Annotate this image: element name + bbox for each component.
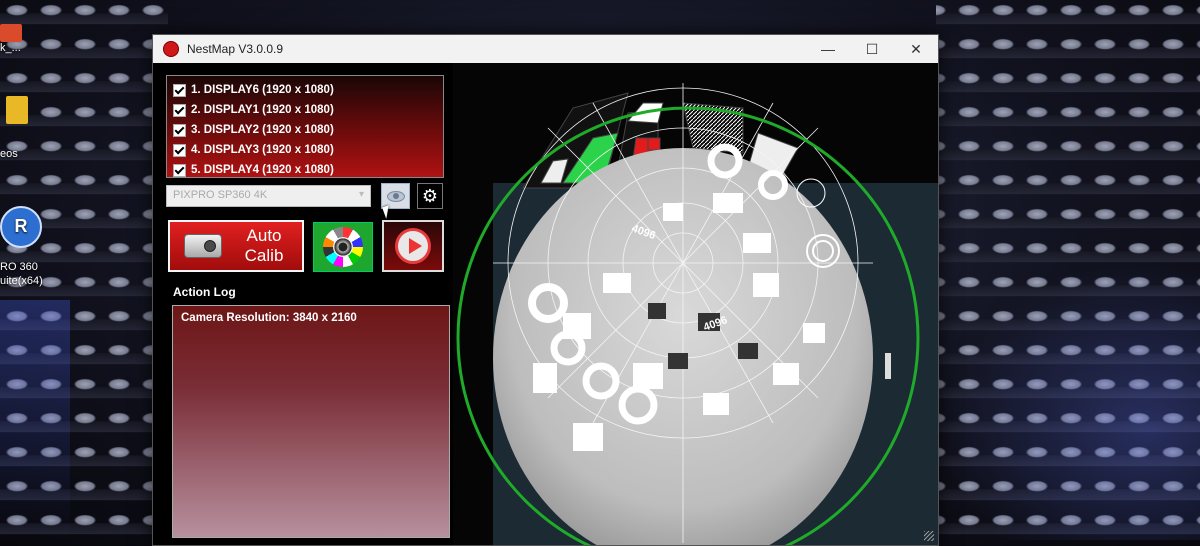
display-checkbox[interactable]: [173, 83, 186, 97]
wallpaper-glow-left: [0, 300, 70, 540]
eye-icon: [386, 190, 405, 202]
desktop-shortcut-2-label: eos: [0, 148, 18, 160]
display-label: 2. DISPLAY1 (1920 x 1080): [191, 104, 334, 116]
display-checkbox[interactable]: [173, 103, 186, 117]
display-checkbox[interactable]: [173, 123, 186, 137]
display-item[interactable]: 2. DISPLAY1 (1920 x 1080): [173, 100, 443, 120]
test-pattern-button[interactable]: [313, 222, 373, 272]
desktop-shortcut-1-label: k_...: [0, 42, 21, 54]
minimize-button[interactable]: —: [806, 35, 850, 63]
shortcut-icon: [0, 24, 22, 42]
action-log[interactable]: Camera Resolution: 3840 x 2160: [172, 305, 450, 538]
desktop-shortcut-1[interactable]: k_...: [0, 24, 22, 54]
window-title: NestMap V3.0.0.9: [187, 42, 284, 56]
dome-preview-svg: 4096 4096: [453, 63, 938, 545]
display-label: 1. DISPLAY6 (1920 x 1080): [191, 84, 334, 96]
wallpaper-glow-right: [940, 260, 1200, 540]
action-log-label: Action Log: [173, 285, 236, 299]
display-item[interactable]: 3. DISPLAY2 (1920 x 1080): [173, 120, 443, 140]
settings-button[interactable]: ⚙: [417, 183, 443, 209]
display-checkbox[interactable]: [173, 143, 186, 157]
projector-icon: [184, 234, 223, 258]
close-button[interactable]: ✕: [894, 35, 938, 63]
display-item[interactable]: 1. DISPLAY6 (1920 x 1080): [173, 80, 443, 100]
maximize-button[interactable]: ☐: [850, 35, 894, 63]
display-list: 1. DISPLAY6 (1920 x 1080) 2. DISPLAY1 (1…: [166, 75, 444, 178]
camera-select-value: PIXPRO SP360 4K: [173, 189, 268, 201]
display-label: 5. DISPLAY4 (1920 x 1080): [191, 164, 334, 176]
chevron-down-icon: ▾: [358, 189, 364, 200]
display-label: 4. DISPLAY3 (1920 x 1080): [191, 144, 334, 156]
desktop-shortcut-3-label[interactable]: RO 360 uite(x64): [0, 260, 45, 288]
display-checkbox[interactable]: [173, 163, 186, 177]
side-marker: [885, 353, 891, 379]
pixpro-app-icon[interactable]: R: [0, 206, 42, 248]
gear-icon: ⚙: [421, 185, 439, 206]
display-label: 3. DISPLAY2 (1920 x 1080): [191, 124, 334, 136]
resize-grip-icon[interactable]: [924, 531, 934, 541]
display-item[interactable]: 5. DISPLAY4 (1920 x 1080): [173, 160, 443, 180]
nestmap-window: NestMap V3.0.0.9 — ☐ ✕ 1. DISPLAY6 (1920…: [152, 34, 939, 546]
client-area: 1. DISPLAY6 (1920 x 1080) 2. DISPLAY1 (1…: [153, 63, 938, 545]
desktop-shortcut-2[interactable]: eos: [0, 148, 18, 160]
display-item[interactable]: 4. DISPLAY3 (1920 x 1080): [173, 140, 443, 160]
auto-calib-button[interactable]: Auto Calib: [168, 220, 304, 272]
play-icon: [395, 228, 431, 264]
auto-calib-label: Auto Calib: [244, 226, 284, 265]
play-button[interactable]: [382, 220, 444, 272]
test-pattern-icon: [323, 227, 363, 267]
dome-preview-canvas[interactable]: 4096 4096: [453, 63, 938, 545]
folder-icon[interactable]: [6, 96, 28, 124]
title-bar[interactable]: NestMap V3.0.0.9 — ☐ ✕: [153, 35, 938, 63]
camera-select[interactable]: PIXPRO SP360 4K ▾: [166, 185, 371, 207]
log-entry: Camera Resolution: 3840 x 2160: [181, 312, 357, 324]
nestmap-app-icon: [163, 41, 179, 57]
